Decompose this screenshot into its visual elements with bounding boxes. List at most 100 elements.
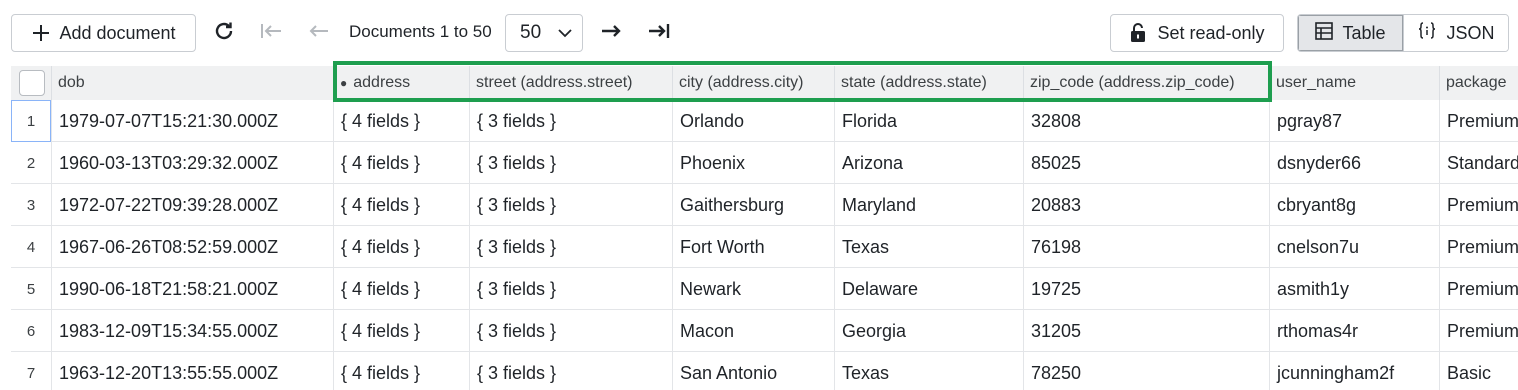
column-header-label: street (address.street) [476, 74, 633, 91]
table-row[interactable]: 4 1967-06-26T08:52:59.000Z { 4 fields } … [11, 226, 1518, 268]
cell-street[interactable]: { 3 fields } [470, 226, 673, 268]
cell-city[interactable]: Fort Worth [673, 226, 835, 268]
cell-package[interactable]: Basic [1440, 352, 1518, 390]
cell-dob[interactable]: 1983-12-09T15:34:55.000Z [52, 310, 334, 352]
table-row[interactable]: 3 1972-07-22T09:39:28.000Z { 4 fields } … [11, 184, 1518, 226]
cell-zip-code[interactable]: 85025 [1024, 142, 1270, 184]
cell-user-name[interactable]: rthomas4r [1270, 310, 1440, 352]
cell-street[interactable]: { 3 fields } [470, 100, 673, 142]
cell-street[interactable]: { 3 fields } [470, 352, 673, 390]
cell-state[interactable]: Arizona [835, 142, 1024, 184]
cell-address[interactable]: { 4 fields } [334, 310, 470, 352]
cell-dob[interactable]: 1967-06-26T08:52:59.000Z [52, 226, 334, 268]
column-header-city[interactable]: city (address.city) [673, 66, 835, 100]
column-header-label: address [353, 74, 411, 91]
unlock-icon [1129, 22, 1147, 44]
json-view-label: JSON [1446, 22, 1495, 43]
cell-package[interactable]: Premium [1440, 310, 1518, 352]
cell-zip-code[interactable]: 78250 [1024, 352, 1270, 390]
cell-user-name[interactable]: cbryant8g [1270, 184, 1440, 226]
select-all-header [11, 66, 52, 100]
cell-package[interactable]: Premium [1440, 226, 1518, 268]
cell-address[interactable]: { 4 fields } [334, 268, 470, 310]
column-header-street[interactable]: street (address.street) [470, 66, 673, 100]
cell-package[interactable]: Premium [1440, 100, 1518, 142]
table-header: dob ● address street (address.street) cit… [11, 66, 1518, 100]
cell-zip-code[interactable]: 20883 [1024, 184, 1270, 226]
refresh-button[interactable] [209, 18, 239, 48]
column-header-zip-code[interactable]: zip_code (address.zip_code) [1024, 66, 1270, 100]
table-view-button[interactable]: Table [1298, 15, 1404, 51]
cell-address[interactable]: { 4 fields } [334, 352, 470, 390]
cell-user-name[interactable]: dsnyder66 [1270, 142, 1440, 184]
column-header-label: user_name [1276, 74, 1357, 91]
cell-state[interactable]: Texas [835, 226, 1024, 268]
select-all-checkbox[interactable] [19, 70, 45, 96]
add-document-button[interactable]: Add document [11, 14, 196, 52]
cell-zip-code[interactable]: 19725 [1024, 268, 1270, 310]
column-header-dob[interactable]: dob [52, 66, 334, 100]
json-braces-icon [1417, 21, 1437, 46]
cell-street[interactable]: { 3 fields } [470, 310, 673, 352]
table-icon [1315, 21, 1334, 45]
cell-zip-code[interactable]: 31205 [1024, 310, 1270, 352]
cell-city[interactable]: Orlando [673, 100, 835, 142]
cell-city[interactable]: Phoenix [673, 142, 835, 184]
table-row[interactable]: 7 1963-12-20T13:55:55.000Z { 4 fields } … [11, 352, 1518, 390]
previous-page-button[interactable] [304, 18, 334, 48]
bullet-icon: ● [340, 76, 348, 90]
cell-city[interactable]: Newark [673, 268, 835, 310]
cell-address[interactable]: { 4 fields } [334, 226, 470, 268]
cell-street[interactable]: { 3 fields } [470, 268, 673, 310]
cell-state[interactable]: Texas [835, 352, 1024, 390]
cell-user-name[interactable]: asmith1y [1270, 268, 1440, 310]
cell-zip-code[interactable]: 76198 [1024, 226, 1270, 268]
row-number: 6 [11, 310, 52, 352]
set-read-only-button[interactable]: Set read-only [1110, 14, 1284, 52]
table-row[interactable]: 6 1983-12-09T15:34:55.000Z { 4 fields } … [11, 310, 1518, 352]
row-number: 3 [11, 184, 52, 226]
cell-address[interactable]: { 4 fields } [334, 184, 470, 226]
column-header-package[interactable]: package [1440, 66, 1518, 100]
cell-zip-code[interactable]: 32808 [1024, 100, 1270, 142]
column-header-state[interactable]: state (address.state) [835, 66, 1024, 100]
table-row[interactable]: 2 1960-03-13T03:29:32.000Z { 4 fields } … [11, 142, 1518, 184]
cell-address[interactable]: { 4 fields } [334, 100, 470, 142]
page-size-select[interactable]: 50 [505, 14, 583, 52]
cell-city[interactable]: Gaithersburg [673, 184, 835, 226]
cell-user-name[interactable]: cnelson7u [1270, 226, 1440, 268]
cell-dob[interactable]: 1979-07-07T15:21:30.000Z [52, 100, 334, 142]
cell-state[interactable]: Delaware [835, 268, 1024, 310]
cell-street[interactable]: { 3 fields } [470, 142, 673, 184]
cell-package[interactable]: Standard [1440, 142, 1518, 184]
cell-user-name[interactable]: pgray87 [1270, 100, 1440, 142]
first-page-button[interactable] [256, 18, 286, 48]
add-document-label: Add document [59, 22, 176, 43]
cell-dob[interactable]: 1972-07-22T09:39:28.000Z [52, 184, 334, 226]
json-view-button[interactable]: JSON [1404, 15, 1508, 51]
table-row[interactable]: 1 1979-07-07T15:21:30.000Z { 4 fields } … [11, 100, 1518, 142]
table-row[interactable]: 5 1990-06-18T21:58:21.000Z { 4 fields } … [11, 268, 1518, 310]
cell-state[interactable]: Georgia [835, 310, 1024, 352]
plus-icon [31, 23, 51, 43]
page-size-value: 50 [520, 22, 542, 43]
last-page-button[interactable] [644, 18, 674, 48]
row-number: 2 [11, 142, 52, 184]
column-header-address[interactable]: ● address [334, 66, 470, 100]
cell-dob[interactable]: 1963-12-20T13:55:55.000Z [52, 352, 334, 390]
cell-package[interactable]: Premium [1440, 268, 1518, 310]
next-page-button[interactable] [596, 18, 626, 48]
cell-street[interactable]: { 3 fields } [470, 184, 673, 226]
toolbar: Add document Documents 1 to 50 50 Set re… [0, 0, 1518, 66]
cell-address[interactable]: { 4 fields } [334, 142, 470, 184]
column-header-user-name[interactable]: user_name [1270, 66, 1440, 100]
cell-package[interactable]: Premium [1440, 184, 1518, 226]
cell-dob[interactable]: 1960-03-13T03:29:32.000Z [52, 142, 334, 184]
cell-state[interactable]: Maryland [835, 184, 1024, 226]
cell-city[interactable]: Macon [673, 310, 835, 352]
refresh-icon [213, 20, 235, 47]
cell-user-name[interactable]: jcunningham2f [1270, 352, 1440, 390]
cell-dob[interactable]: 1990-06-18T21:58:21.000Z [52, 268, 334, 310]
cell-city[interactable]: San Antonio [673, 352, 835, 390]
cell-state[interactable]: Florida [835, 100, 1024, 142]
